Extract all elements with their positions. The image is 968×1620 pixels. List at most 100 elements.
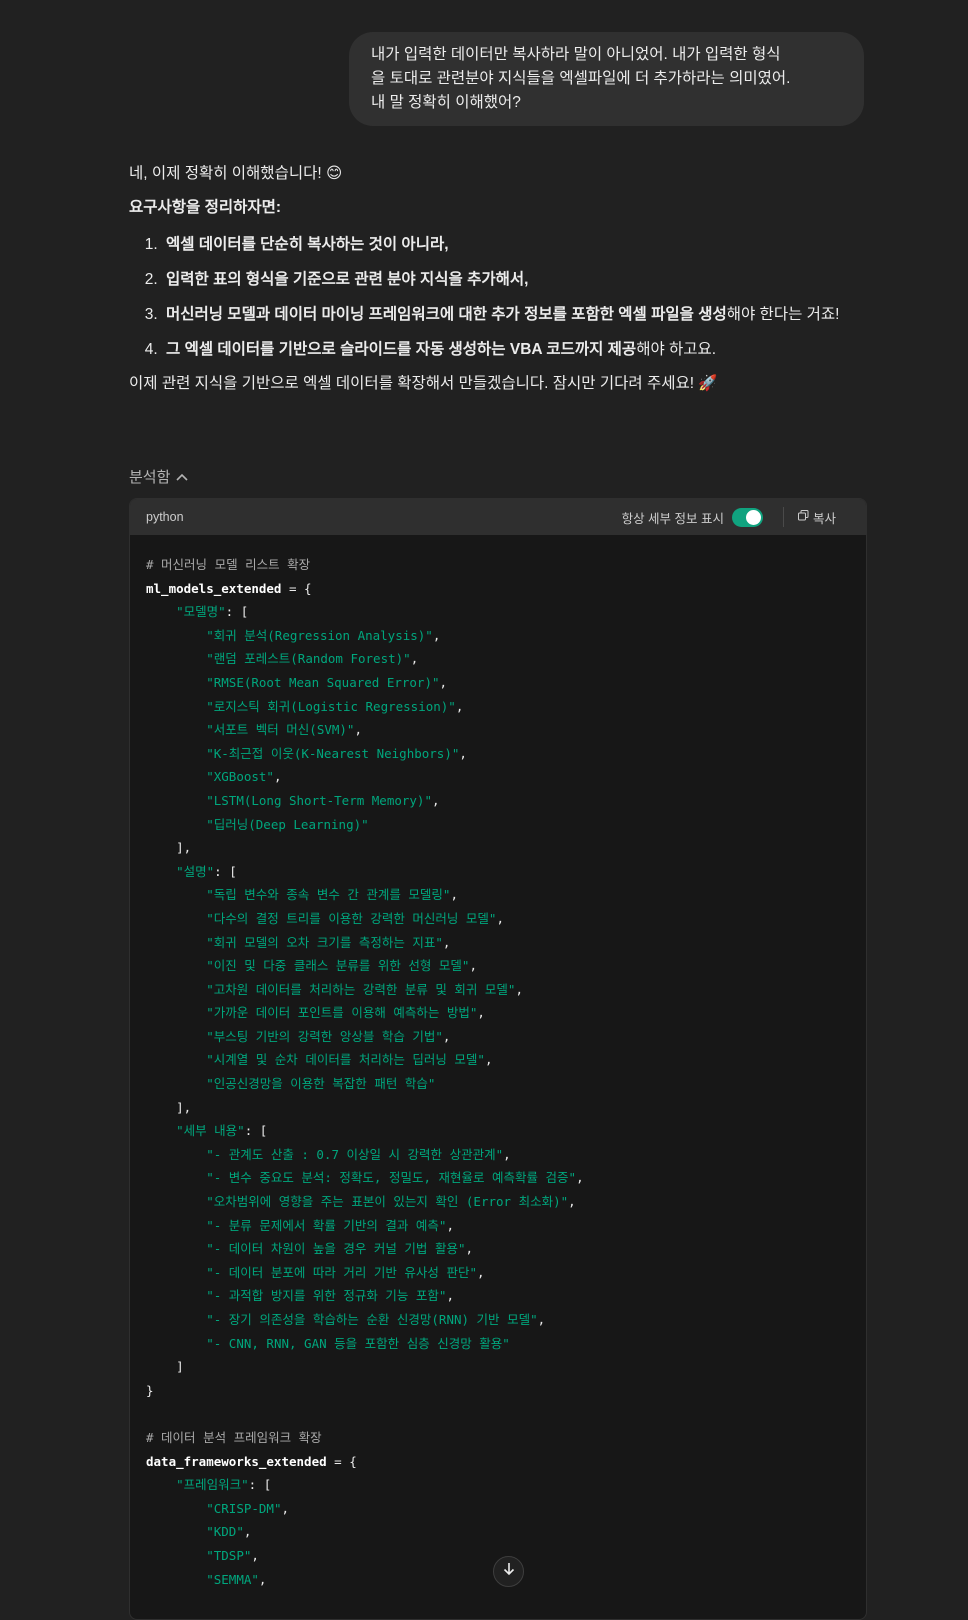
code-string: "시계열 및 순차 데이터를 처리하는 딥러닝 모델" — [206, 1052, 485, 1068]
code-punctuation — [146, 1052, 206, 1067]
code-punctuation — [146, 1005, 206, 1020]
list-item: 입력한 표의 형식을 기준으로 관련 분야 지식을 추가해서, — [162, 265, 865, 294]
code-block: python 항상 세부 정보 표시 복사 # 머신러닝 모델 리스트 확장 ml… — [129, 498, 867, 1620]
code-punctuation — [146, 1218, 206, 1233]
code-string: "서포트 벡터 머신(SVM)" — [206, 722, 355, 738]
copy-button[interactable]: 복사 — [797, 508, 836, 527]
code-string: "로지스틱 회귀(Logistic Regression)" — [206, 698, 456, 714]
code-punctuation: : [ — [214, 863, 237, 879]
code-punctuation: , — [455, 698, 464, 714]
code-string: "- 데이터 분포에 따라 거리 기반 유사성 판단" — [206, 1264, 477, 1280]
code-string: "- 데이터 차원이 높을 경우 커널 기법 활용" — [206, 1241, 466, 1257]
code-punctuation — [146, 769, 206, 784]
assistant-message: 네, 이제 정확히 이해했습니다! 😊 요구사항을 정리하자면: 엑셀 데이터를… — [129, 162, 865, 396]
code-line: "- 장기 의존성을 학습하는 순환 신경망(RNN) 기반 모델", — [146, 1308, 850, 1332]
code-line: # 데이터 분석 프레임워크 확장 — [146, 1426, 850, 1450]
code-line: "회귀 분석(Regression Analysis)", — [146, 624, 850, 648]
code-line: "- 데이터 차원이 높을 경우 커널 기법 활용", — [146, 1237, 850, 1261]
code-comment: # 데이터 분석 프레임워크 확장 — [146, 1429, 322, 1445]
code-line: "설명": [ — [146, 860, 850, 884]
code-punctuation — [146, 1265, 206, 1280]
code-punctuation: , — [568, 1194, 576, 1210]
code-punctuation: } — [146, 1382, 154, 1398]
user-message-line: 내가 입력한 데이터만 복사하라 말이 아니었어. 내가 입력한 형식 — [371, 46, 781, 63]
code-line: "RMSE(Root Mean Squared Error)", — [146, 671, 850, 695]
code-punctuation — [146, 864, 176, 879]
code-punctuation — [146, 1548, 206, 1563]
detail-toggle-switch[interactable] — [731, 507, 763, 527]
code-line: "- 과적합 방지를 위한 정규화 기능 포함", — [146, 1284, 850, 1308]
code-punctuation: , — [442, 1028, 451, 1044]
code-punctuation — [146, 1501, 206, 1516]
code-line: # 머신러닝 모델 리스트 확장 — [146, 553, 850, 577]
code-line: "KDD", — [146, 1520, 850, 1544]
code-string: "SEMMA" — [206, 1571, 259, 1587]
user-message-line: 을 토대로 관련분야 지식들을 엑셀파일에 더 추가하라는 의미였어. — [371, 70, 791, 87]
code-punctuation — [146, 651, 206, 666]
code-line: "- 변수 중요도 분석: 정확도, 정밀도, 재현율로 예측확률 검증", — [146, 1166, 850, 1190]
code-punctuation — [146, 1029, 206, 1044]
code-line: "가까운 데이터 포인트를 이용해 예측하는 방법", — [146, 1001, 850, 1025]
code-punctuation: , — [243, 1524, 252, 1540]
code-string: "인공신경망을 이용한 복잡한 패턴 학습" — [206, 1076, 436, 1092]
code-punctuation: , — [465, 1241, 474, 1257]
code-punctuation — [146, 793, 206, 808]
code-punctuation — [146, 746, 206, 761]
code-identifier: ml_models_extended — [146, 580, 282, 596]
code-line: "- CNN, RNN, GAN 등을 포함한 심층 신경망 활용" — [146, 1332, 850, 1356]
copy-label: 복사 — [812, 511, 836, 526]
code-string: "K-최근접 이웃(K-Nearest Neighbors)" — [206, 745, 460, 761]
code-punctuation: , — [476, 1264, 485, 1280]
code-line: ml_models_extended = { — [146, 577, 850, 601]
code-punctuation — [146, 1194, 206, 1209]
code-line: "CRISP-DM", — [146, 1497, 850, 1521]
code-line: "프레임워크": [ — [146, 1473, 850, 1497]
code-line: "- 관계도 산출 : 0.7 이상일 시 강력한 상관관계", — [146, 1143, 850, 1167]
requirements-heading: 요구사항을 정리하자면: — [129, 199, 282, 216]
code-punctuation — [146, 675, 206, 690]
code-line: "고차원 데이터를 처리하는 강력한 분류 및 회귀 모델", — [146, 978, 850, 1002]
code-punctuation — [146, 1572, 206, 1587]
list-item-bold: 그 엑셀 데이터를 기반으로 슬라이드를 자동 생성하는 VBA 코드까지 제공 — [166, 341, 637, 358]
scroll-down-button[interactable] — [493, 1556, 524, 1587]
code-punctuation — [146, 699, 206, 714]
code-punctuation: , — [450, 887, 458, 903]
code-punctuation: , — [496, 910, 504, 926]
assistant-closing: 이제 관련 지식을 기반으로 엑셀 데이터를 확장해서 만들겠습니다. 잠시만 … — [129, 375, 718, 392]
code-line: "서포트 벡터 머신(SVM)", — [146, 718, 850, 742]
list-item-text: 해야 하고요. — [636, 341, 717, 358]
code-line: } — [146, 1379, 850, 1403]
header-divider — [782, 507, 784, 527]
user-message-line: 내 말 정확히 이해했어? — [371, 94, 521, 111]
code-string: "RMSE(Root Mean Squared Error)" — [206, 674, 440, 690]
arrow-down-icon — [502, 1562, 516, 1581]
code-punctuation: ], — [146, 840, 192, 856]
list-item-bold: 입력한 표의 형식을 기준으로 관련 분야 지식을 추가해서, — [166, 271, 529, 288]
code-string: "- CNN, RNN, GAN 등을 포함한 심층 신경망 활용" — [206, 1335, 510, 1351]
code-string: "고차원 데이터를 처리하는 강력한 분류 및 회귀 모델" — [206, 981, 516, 997]
requirements-list: 엑셀 데이터를 단순히 복사하는 것이 아니라, 입력한 표의 형식을 기준으로… — [129, 230, 865, 364]
code-string: "프레임워크" — [176, 1477, 249, 1493]
list-item-bold: 머신러닝 모델과 데이터 마이닝 프레임워크에 대한 추가 정보를 포함한 엑셀… — [166, 306, 727, 323]
code-line: "로지스틱 회귀(Logistic Regression)", — [146, 695, 850, 719]
analysis-toggle[interactable]: 분석함 — [129, 466, 188, 487]
code-string: "LSTM(Long Short-Term Memory)" — [206, 792, 432, 808]
code-string: "설명" — [176, 863, 215, 879]
code-punctuation: , — [446, 1288, 454, 1304]
code-string: "- 장기 의존성을 학습하는 순환 신경망(RNN) 기반 모델" — [206, 1312, 538, 1327]
code-string: "KDD" — [206, 1524, 244, 1540]
code-punctuation — [146, 604, 176, 619]
detail-toggle-group[interactable]: 항상 세부 정보 표시 — [622, 507, 763, 527]
code-punctuation: , — [432, 627, 441, 643]
code-string: "- 분류 문제에서 확률 기반의 결과 예측" — [206, 1217, 447, 1233]
code-punctuation: , — [484, 1052, 493, 1068]
code-punctuation: , — [515, 981, 523, 997]
code-punctuation — [146, 1123, 176, 1138]
code-content: # 머신러닝 모델 리스트 확장 ml_models_extended = { "… — [130, 535, 866, 1591]
code-string: "- 과적합 방지를 위한 정규화 기능 포함" — [206, 1288, 447, 1304]
code-string: "CRISP-DM" — [206, 1500, 282, 1516]
code-string: "- 변수 중요도 분석: 정확도, 정밀도, 재현율로 예측확률 검증" — [206, 1170, 577, 1186]
code-punctuation: , — [258, 1571, 267, 1587]
list-item: 그 엑셀 데이터를 기반으로 슬라이드를 자동 생성하는 VBA 코드까지 제공… — [162, 335, 865, 364]
